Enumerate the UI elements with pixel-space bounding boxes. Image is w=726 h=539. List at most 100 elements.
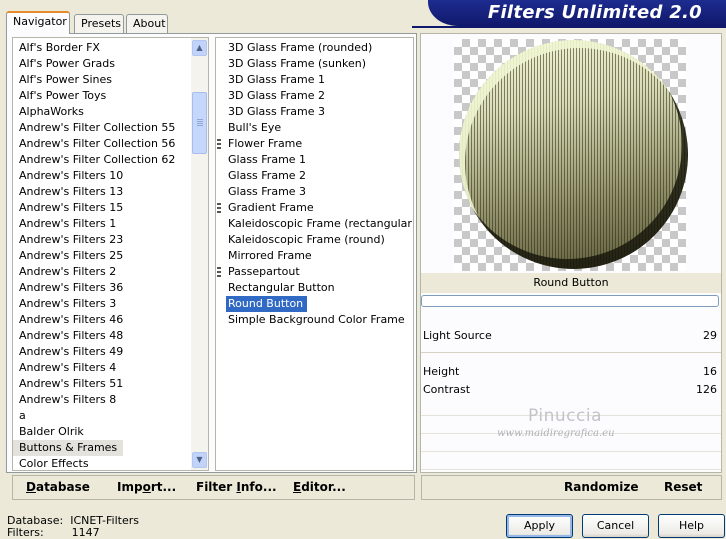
category-label: AlphaWorks (19, 105, 84, 118)
category-item[interactable]: Andrew's Filters 8 (13, 392, 208, 408)
param-height[interactable]: Height 16 (421, 363, 721, 381)
category-item[interactable]: Alf's Power Sines (13, 72, 208, 88)
category-label: Andrew's Filters 4 (19, 361, 117, 374)
banner-underline (412, 26, 726, 28)
category-label: Andrew's Filters 2 (19, 265, 117, 278)
filter-label: Glass Frame 2 (228, 169, 307, 182)
category-label: Andrew's Filter Collection 55 (19, 121, 176, 134)
category-item[interactable]: Andrew's Filter Collection 55 (13, 120, 208, 136)
category-label: Andrew's Filters 23 (19, 233, 124, 246)
category-label: Color Effects (19, 457, 89, 470)
category-label: Andrew's Filters 46 (19, 313, 124, 326)
category-list[interactable]: Alf's Border FX Alf's Power Grads Alf's Po… (12, 37, 209, 471)
filter-item[interactable]: Flower Frame (216, 136, 413, 152)
scroll-down-button[interactable]: ▼ (192, 452, 207, 468)
category-item[interactable]: Andrew's Filters 4 (13, 360, 208, 376)
filter-item[interactable]: Passepartout (216, 264, 413, 280)
category-item[interactable]: Andrew's Filters 51 (13, 376, 208, 392)
filter-label: Passepartout (228, 265, 300, 278)
filter-item[interactable]: Kaleidoscopic Frame (round) (216, 232, 413, 248)
category-item[interactable]: Andrew's Filters 2 (13, 264, 208, 280)
category-item[interactable]: Alf's Power Grads (13, 56, 208, 72)
filter-item[interactable]: 3D Glass Frame 1 (216, 72, 413, 88)
category-label: Alf's Border FX (19, 41, 100, 54)
filter-item[interactable]: Simple Background Color Frame (216, 312, 413, 328)
light-source-slider[interactable] (421, 345, 721, 361)
scroll-thumb[interactable] (192, 92, 207, 154)
category-label: a (19, 409, 26, 422)
filter-item[interactable]: Glass Frame 1 (216, 152, 413, 168)
filter-label: Gradient Frame (228, 201, 314, 214)
filter-item[interactable]: Rectangular Button (216, 280, 413, 296)
import-button[interactable]: Import... (117, 480, 176, 494)
category-label: Andrew's Filters 8 (19, 393, 117, 406)
category-item[interactable]: Andrew's Filter Collection 62 (13, 152, 208, 168)
category-item[interactable]: Andrew's Filters 36 (13, 280, 208, 296)
category-item[interactable]: Andrew's Filters 49 (13, 344, 208, 360)
filter-label: 3D Glass Frame (sunken) (228, 57, 366, 70)
filter-label: Kaleidoscopic Frame (round) (228, 233, 385, 246)
status-filters: Filters: 1147 (7, 526, 100, 539)
category-label: Andrew's Filters 25 (19, 249, 124, 262)
tab-navigator[interactable]: Navigator (6, 11, 70, 34)
category-item[interactable]: Andrew's Filters 3 (13, 296, 208, 312)
filter-item[interactable]: Mirrored Frame (216, 248, 413, 264)
category-item[interactable]: a (13, 408, 208, 424)
scroll-up-button[interactable]: ▲ (192, 40, 207, 56)
category-item[interactable]: Andrew's Filters 13 (13, 184, 208, 200)
category-item[interactable]: Andrew's Filters 1 (13, 216, 208, 232)
filter-label: Rectangular Button (228, 281, 335, 294)
category-label: Alf's Power Sines (19, 73, 112, 86)
filter-list[interactable]: 3D Glass Frame (rounded) 3D Glass Frame (… (215, 37, 414, 471)
category-item[interactable]: Andrew's Filters 46 (13, 312, 208, 328)
category-item[interactable]: Color Effects (13, 456, 208, 470)
category-scrollbar[interactable]: ▲ ▼ (191, 38, 208, 470)
filter-item[interactable]: 3D Glass Frame 3 (216, 104, 413, 120)
filter-item[interactable]: Bull's Eye (216, 120, 413, 136)
watermark-name: Pinuccia (528, 406, 602, 426)
param-value: 126 (696, 383, 717, 396)
category-item[interactable]: Andrew's Filter Collection 56 (13, 136, 208, 152)
category-item[interactable]: Andrew's Filters 10 (13, 168, 208, 184)
round-button-preview (459, 40, 688, 269)
database-button[interactable]: Database (26, 480, 90, 494)
grip-icon (217, 203, 221, 213)
right-button-bar: Randomize Reset (421, 475, 722, 500)
filter-item[interactable]: Glass Frame 2 (216, 168, 413, 184)
category-item[interactable]: Balder Olrik (13, 424, 208, 440)
filter-label: Kaleidoscopic Frame (rectangular) (228, 217, 414, 230)
cancel-button[interactable]: Cancel (582, 514, 649, 538)
param-value: 29 (703, 329, 717, 342)
category-item[interactable]: Andrew's Filters 23 (13, 232, 208, 248)
filter-item[interactable]: Gradient Frame (216, 200, 413, 216)
filter-item[interactable]: 3D Glass Frame 2 (216, 88, 413, 104)
category-item[interactable]: Alf's Power Toys (13, 88, 208, 104)
filter-item[interactable]: 3D Glass Frame (sunken) (216, 56, 413, 72)
filter-label: Bull's Eye (228, 121, 282, 134)
tab-about[interactable]: About (126, 14, 168, 33)
watermark-url: www.maidiregrafica.eu (497, 428, 615, 439)
filter-item[interactable]: Kaleidoscopic Frame (rectangular) (216, 216, 413, 232)
category-item[interactable]: Andrew's Filters 48 (13, 328, 208, 344)
filter-label: 3D Glass Frame 1 (228, 73, 326, 86)
filter-info-button[interactable]: Filter Info... (196, 480, 277, 494)
category-item[interactable]: AlphaWorks (13, 104, 208, 120)
tab-presets[interactable]: Presets (74, 14, 124, 33)
category-item[interactable]: Buttons & Frames (13, 440, 208, 456)
filter-label: Simple Background Color Frame (228, 313, 405, 326)
param-light-source[interactable]: Light Source 29 (421, 327, 721, 345)
filter-item[interactable]: Round Button (216, 296, 413, 312)
reset-button[interactable]: Reset (664, 480, 702, 494)
randomize-button[interactable]: Randomize (564, 480, 638, 494)
apply-button[interactable]: Apply (506, 514, 573, 538)
category-item[interactable]: Alf's Border FX (13, 40, 208, 56)
help-button[interactable]: Help (658, 514, 725, 538)
filter-item[interactable]: Glass Frame 3 (216, 184, 413, 200)
editor-button[interactable]: Editor... (293, 480, 346, 494)
param-contrast[interactable]: Contrast 126 (421, 381, 721, 399)
category-item[interactable]: Andrew's Filters 15 (13, 200, 208, 216)
category-item[interactable]: Andrew's Filters 25 (13, 248, 208, 264)
empty-param-slot (421, 454, 721, 470)
filter-item[interactable]: 3D Glass Frame (rounded) (216, 40, 413, 56)
filter-label: Glass Frame 3 (228, 185, 307, 198)
